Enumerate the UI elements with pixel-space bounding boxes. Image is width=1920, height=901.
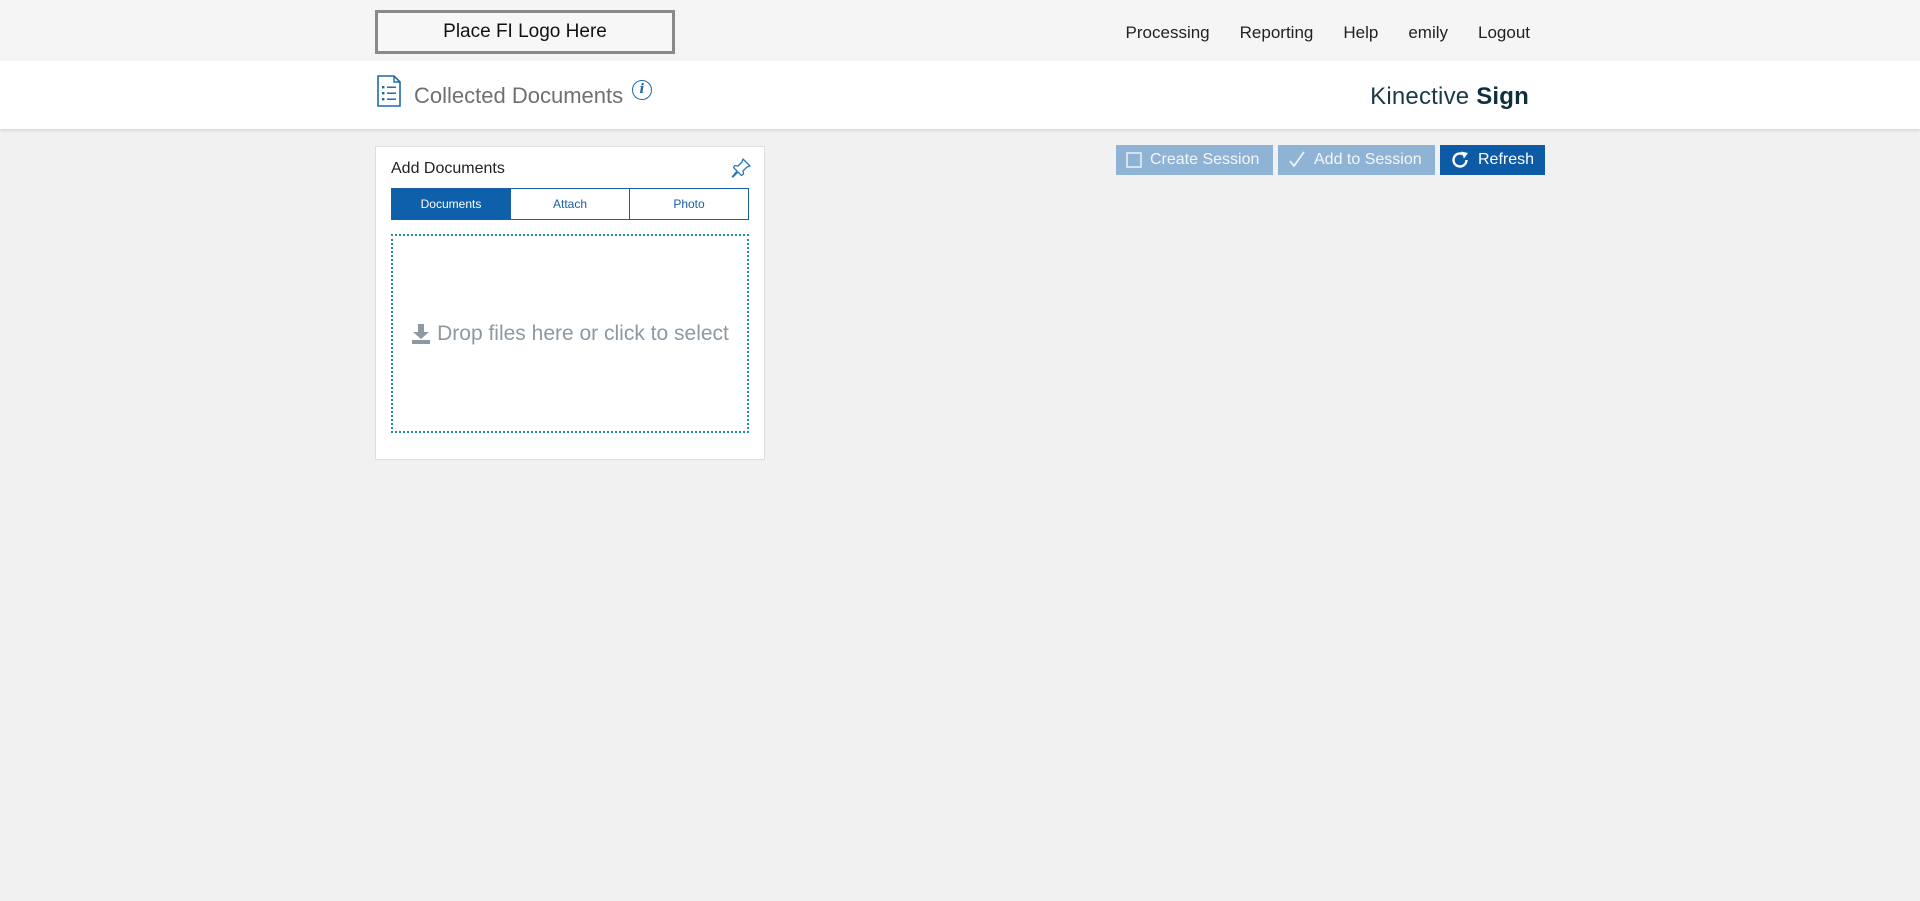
checkmark-icon	[1289, 151, 1305, 168]
upload-tabs: Documents Attach Photo	[391, 188, 749, 220]
checkbox-empty-icon	[1126, 152, 1142, 168]
page-header: Collected Documents i Kinective Sign	[0, 61, 1920, 129]
refresh-icon	[1452, 151, 1468, 168]
tab-documents[interactable]: Documents	[392, 189, 510, 219]
top-nav: Processing Reporting Help emily Logout	[1126, 20, 1530, 46]
add-to-session-button[interactable]: Add to Session	[1278, 145, 1435, 175]
pin-icon[interactable]	[730, 157, 752, 179]
tab-photo[interactable]: Photo	[629, 189, 748, 219]
info-icon[interactable]: i	[632, 80, 652, 100]
file-dropzone[interactable]: Drop files here or click to select	[391, 234, 749, 433]
add-to-session-label: Add to Session	[1314, 151, 1422, 168]
refresh-button[interactable]: Refresh	[1440, 145, 1545, 175]
add-documents-panel: Add Documents Documents Attach Photo Dro…	[375, 146, 765, 460]
refresh-label: Refresh	[1478, 151, 1535, 168]
create-session-button[interactable]: Create Session	[1116, 145, 1273, 175]
nav-logout[interactable]: Logout	[1478, 23, 1530, 43]
brand-logo: Kinective Sign	[1370, 83, 1529, 111]
download-icon	[412, 323, 431, 344]
nav-processing[interactable]: Processing	[1126, 23, 1210, 43]
logo-placeholder[interactable]: Place FI Logo Here	[375, 10, 675, 54]
panel-title: Add Documents	[391, 160, 505, 177]
dropzone-text: Drop files here or click to select	[437, 321, 729, 345]
brand-bold-text: Sign	[1476, 83, 1529, 110]
nav-help[interactable]: Help	[1343, 23, 1378, 43]
brand-light-text: Kinective	[1370, 83, 1470, 110]
page-title: Collected Documents	[414, 83, 624, 108]
nav-user[interactable]: emily	[1408, 23, 1448, 43]
nav-reporting[interactable]: Reporting	[1240, 23, 1314, 43]
document-list-icon	[377, 75, 401, 107]
create-session-label: Create Session	[1150, 151, 1260, 168]
tab-attach[interactable]: Attach	[510, 189, 629, 219]
top-nav-bar: Place FI Logo Here Processing Reporting …	[0, 0, 1920, 61]
